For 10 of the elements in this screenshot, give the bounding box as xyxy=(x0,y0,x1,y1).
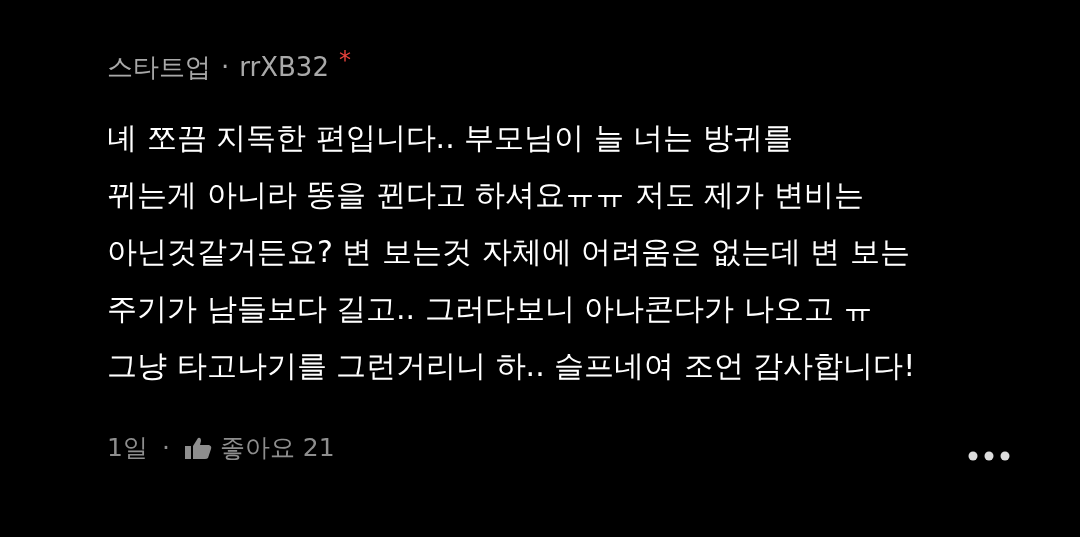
separator-dot: · xyxy=(221,51,230,84)
separator-dot: · xyxy=(161,432,170,464)
category-label[interactable]: 스타트업 xyxy=(107,48,211,87)
author-mark: * xyxy=(338,45,351,76)
thumbs-up-icon[interactable] xyxy=(183,435,212,460)
author-name[interactable]: rrXB32 xyxy=(239,48,329,87)
time-label: 1일 xyxy=(107,432,148,464)
comment-text: 녜 쪼끔 지독한 편입니다.. 부모님이 늘 너는 방귀를 뀌는게 아니라 똥을 뀐다고 하셔요ㅠㅠ 저도 제가 변비는 아닌것같거든요? 변 보는것 자체에 어려움은 없는데 변 보는 주기가 남들보다 길고.. 그러다보니 아나콘다가 나오고 ㅠ 그냥 타고나기를 그런거리니 하.. 슬프네여 조언 감사합니다! xyxy=(107,119,917,385)
like-count[interactable]: 좋아요 21 xyxy=(219,429,335,467)
more-icon[interactable] xyxy=(968,451,1010,461)
